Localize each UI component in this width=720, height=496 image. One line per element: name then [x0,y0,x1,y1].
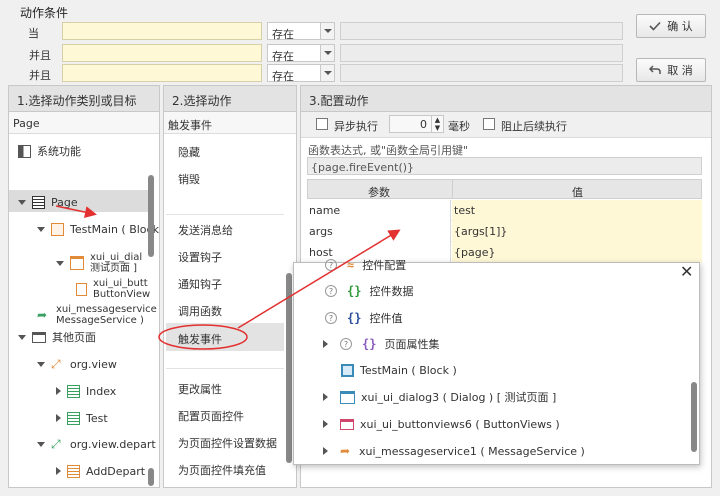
annotation-arrow-page [55,205,97,219]
annotation-overlay [55,205,401,350]
annotation-arrow-args [237,229,401,329]
annotation-circle-fire-event [158,324,248,350]
